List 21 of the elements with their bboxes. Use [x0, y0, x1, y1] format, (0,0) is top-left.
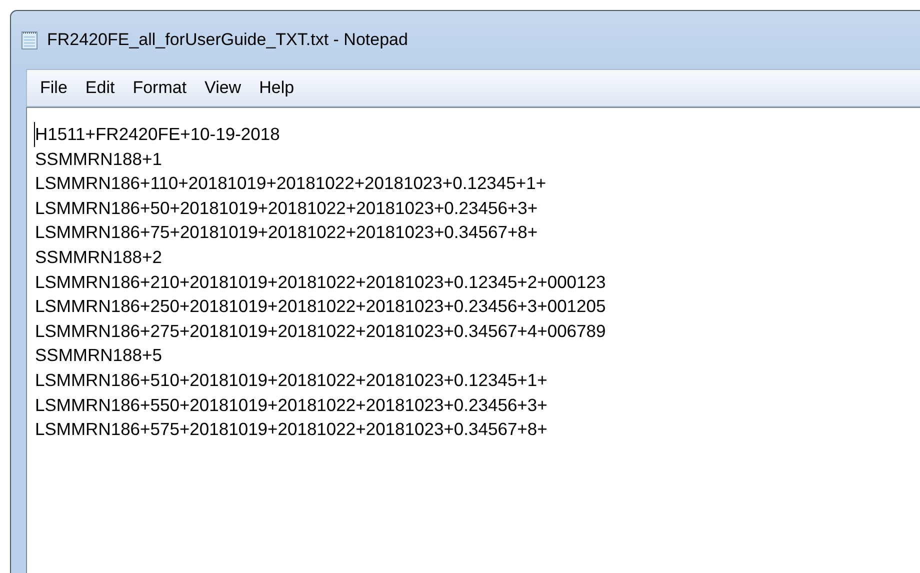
window-title: FR2420FE_all_forUserGuide_TXT.txt - Notepad	[47, 30, 408, 50]
notepad-icon	[21, 30, 39, 50]
menu-item[interactable]: Format	[124, 78, 196, 98]
text-line: LSMMRN186+75+20181019+20181022+20181023+0.34567+8+	[35, 221, 539, 244]
text-line: SSMMRN188+1	[35, 148, 163, 171]
menu-item[interactable]: Help	[250, 78, 304, 98]
text-line: LSMMRN186+110+20181019+20181022+20181023+0.12345+1+	[35, 172, 548, 196]
text-line: SSMMRN188+2	[35, 246, 163, 269]
text-line: LSMMRN186+250+20181019+20181022+20181023+0.23456+3+001205	[35, 295, 607, 318]
text-line: SSMMRN188+5	[35, 344, 163, 368]
text-line: LSMMRN186+510+20181019+20181022+20181023+0.12345+1+	[35, 368, 548, 392]
text-line: LSMMRN186+210+20181019+20181022+20181023+0.12345+2+000123	[35, 270, 607, 294]
text-line: LSMMRN186+275+20181019+20181022+20181023+0.34567+4+006789	[35, 320, 607, 343]
text-line: LSMMRN186+550+20181019+20181022+20181023+0.23456+3+	[35, 394, 548, 417]
text-line: LSMMRN186+50+20181019+20181022+20181023+0.23456+3+	[35, 196, 539, 220]
menu-item[interactable]: Edit	[76, 78, 124, 98]
text-line: H1511+FR2420FE+10-19-2018	[34, 122, 920, 147]
menu-item[interactable]: File	[31, 78, 76, 98]
menu-item[interactable]: View	[196, 78, 250, 98]
text-line: LSMMRN186+575+20181019+20181022+20181023+0.34567+8+	[35, 418, 548, 442]
text-area[interactable]	[26, 107, 920, 573]
